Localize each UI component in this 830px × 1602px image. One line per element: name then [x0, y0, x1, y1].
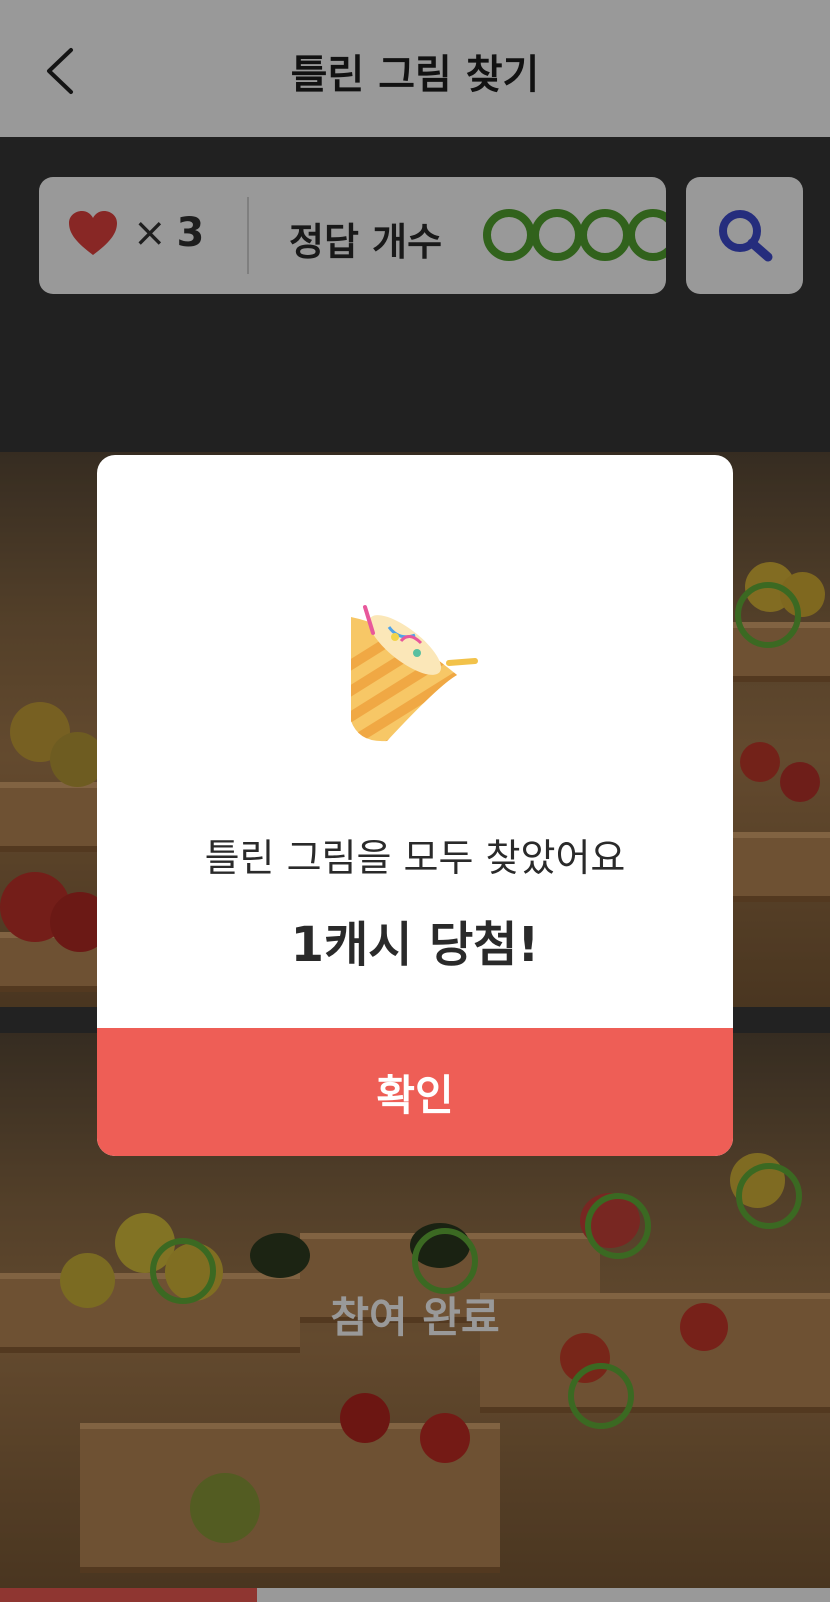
reward-text: 1캐시 당첨!: [290, 917, 540, 973]
party-popper-icon: [351, 605, 478, 742]
confirm-button[interactable]: 확인: [97, 1028, 733, 1156]
result-message: 틀린 그림을 모두 찾았어요: [204, 836, 626, 880]
result-dialog: 틀린 그림을 모두 찾았어요 1캐시 당첨! 확인: [97, 455, 733, 1156]
